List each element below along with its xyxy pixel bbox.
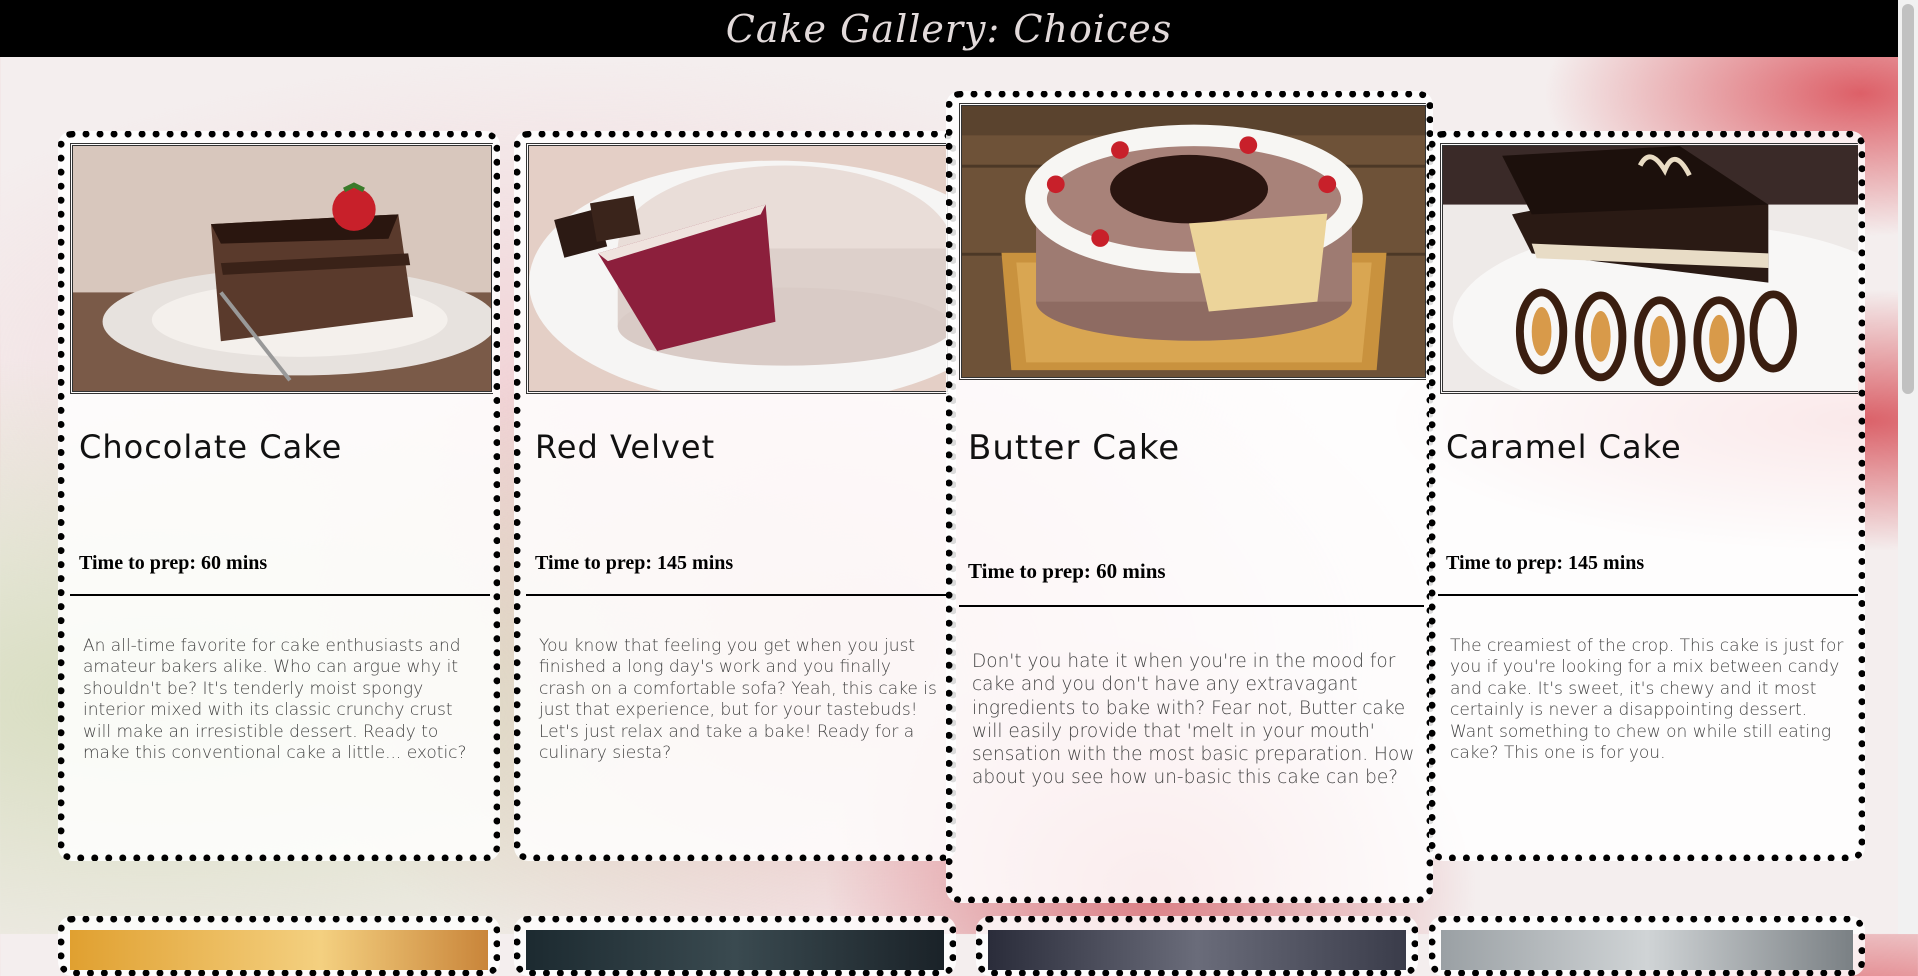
divider [959,605,1424,607]
prep-time: Time to prep: 145 mins [1446,552,1645,574]
cake-photo-caramel [1440,143,1858,394]
divider [70,594,490,596]
scrollbar-thumb[interactable] [1902,4,1914,394]
cake-description: The creamiest of the crop. This cake is … [1450,636,1844,764]
cake-photo [70,930,488,970]
cake-card-chocolate[interactable]: Chocolate Cake Time to prep: 60 mins An … [58,131,500,861]
cake-card-peek[interactable] [1429,916,1865,976]
page-scrollbar[interactable] [1898,0,1918,934]
cake-card-peek[interactable] [514,916,956,976]
cake-title: Red Velvet [535,428,716,466]
cake-photo [1441,930,1853,970]
page-title: Cake Gallery: Choices [725,6,1173,51]
cake-photo-chocolate [70,143,493,394]
cake-card-peek[interactable] [976,916,1418,976]
divider [1438,594,1858,596]
divider [526,594,949,596]
cake-description: An all-time favorite for cake enthusiast… [83,636,467,764]
cake-card-caramel[interactable]: Caramel Cake Time to prep: 145 mins The … [1429,131,1865,861]
prep-time: Time to prep: 60 mins [968,559,1166,583]
cake-card-butter[interactable]: Butter Cake Time to prep: 60 mins Don't … [946,91,1433,903]
cake-card-red-velvet[interactable]: Red Velvet Time to prep: 145 mins You kn… [514,131,956,861]
cake-title: Butter Cake [968,428,1181,468]
cake-title: Chocolate Cake [79,428,343,466]
cake-description: Don't you hate it when you're in the moo… [972,651,1415,789]
prep-time: Time to prep: 145 mins [535,552,734,574]
cake-photo-butter [959,103,1426,380]
cake-description: You know that feeling you get when you j… [539,636,937,764]
cake-photo-red-velvet [526,143,949,394]
prep-time: Time to prep: 60 mins [79,552,268,574]
cake-title: Caramel Cake [1446,428,1682,466]
page-header: Cake Gallery: Choices [0,0,1898,57]
cake-photo [526,930,944,970]
cake-photo [988,930,1406,970]
cake-card-peek[interactable] [58,916,500,976]
